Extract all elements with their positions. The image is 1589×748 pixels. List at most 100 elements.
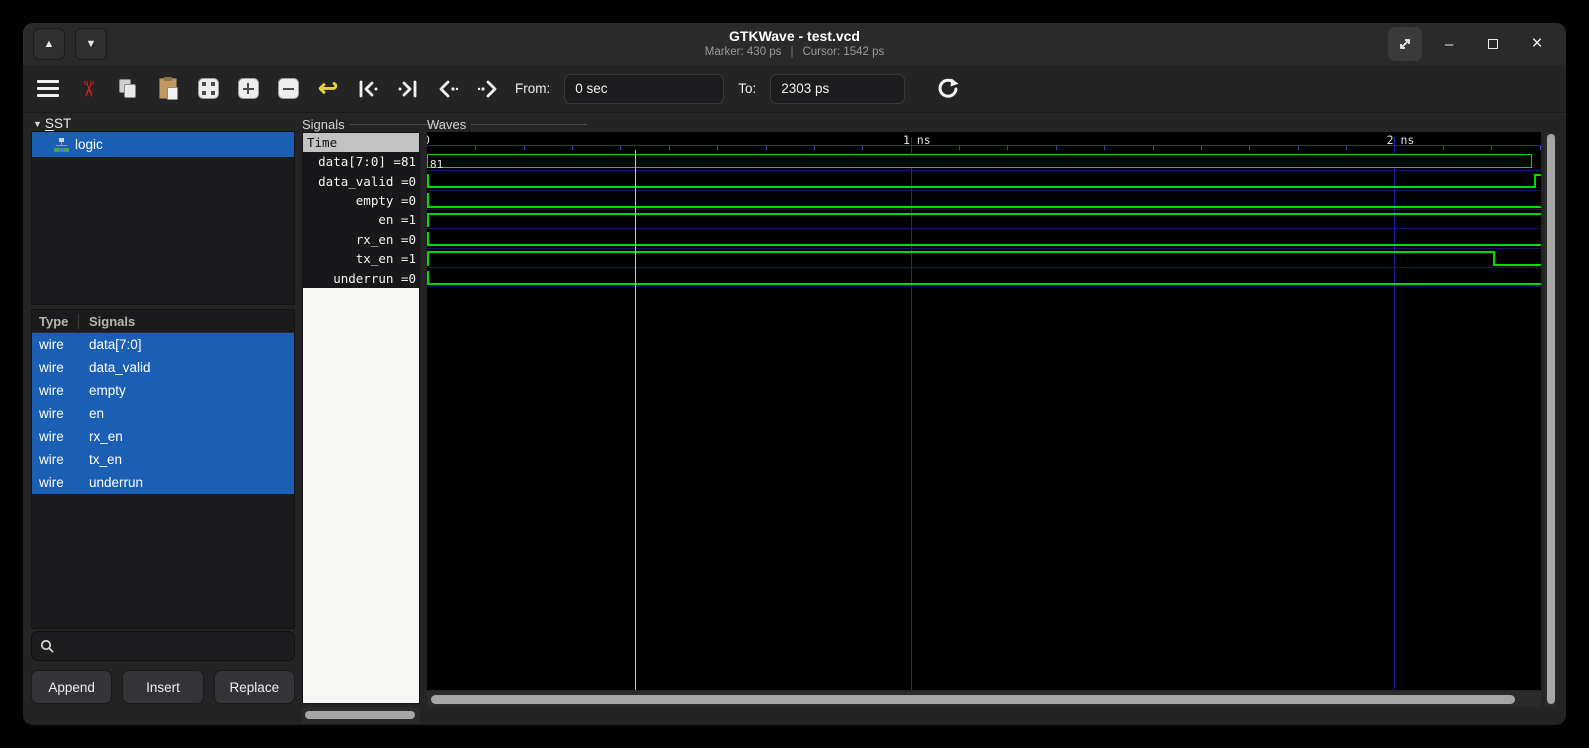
close-icon: × [1531, 33, 1542, 55]
timeline-tick [1201, 145, 1202, 150]
wave-transition [1534, 174, 1536, 189]
action-buttons: Append Insert Replace [31, 670, 295, 704]
to-input[interactable] [770, 74, 905, 104]
signal-type: wire [32, 360, 79, 375]
column-header-type[interactable]: Type [32, 314, 78, 329]
timeline-tick [717, 145, 718, 150]
minimize-button[interactable]: – [1432, 27, 1466, 61]
bus-value-label: 81 [428, 158, 443, 171]
sst-collapse-icon[interactable]: ▼ [33, 119, 42, 129]
replace-button[interactable]: Replace [214, 670, 295, 704]
to-label: To: [738, 81, 756, 96]
waves-vscroll-thumb[interactable] [1547, 134, 1555, 704]
append-button[interactable]: Append [31, 670, 112, 704]
signal-value-row[interactable]: data[7:0] =81 [303, 152, 419, 171]
fullscreen-button[interactable] [1388, 27, 1422, 61]
table-row[interactable]: wiredata_valid [32, 356, 294, 379]
desktop: ▲ ▼ GTKWave - test.vcd Marker: 430 ps | … [0, 0, 1589, 748]
signal-value-row[interactable]: underrun =0 [303, 268, 419, 287]
wave-segment [427, 186, 1535, 188]
zoom-fit-button[interactable] [195, 76, 221, 102]
zoom-in-button[interactable] [235, 76, 261, 102]
signals-hscroll-thumb[interactable] [305, 711, 415, 719]
row-separator [427, 267, 1541, 268]
goto-end-icon [396, 77, 420, 101]
reload-icon [935, 76, 961, 102]
timeline-tick [1298, 145, 1299, 150]
wave-transition [427, 174, 429, 189]
signals-hscrollbar[interactable] [302, 707, 420, 723]
paste-icon [159, 78, 177, 99]
timeline-tick [620, 145, 621, 150]
sst-header[interactable]: ▼ SST [33, 116, 71, 131]
table-row[interactable]: wirerx_en [32, 425, 294, 448]
find-prev-edge-button[interactable] [435, 76, 461, 102]
wave-area[interactable]: 01 ns2 ns 81 [427, 132, 1541, 690]
menu-button[interactable] [35, 76, 61, 102]
timeline-tick [862, 145, 863, 150]
signals-panel-title: Signals [302, 117, 442, 132]
zoom-undo-button[interactable]: ↩ [315, 76, 341, 102]
wave-timeline[interactable]: 01 ns2 ns [427, 132, 1541, 150]
search-input[interactable] [60, 639, 280, 654]
column-header-signals[interactable]: Signals [79, 314, 135, 329]
zoom-out-button[interactable] [275, 76, 301, 102]
signal-value-row[interactable]: empty =0 [303, 191, 419, 210]
window-title: GTKWave - test.vcd [23, 27, 1566, 45]
grid-line [911, 137, 912, 690]
waves-hscroll-thumb[interactable] [431, 695, 1515, 704]
signal-value-row[interactable]: rx_en =0 [303, 230, 419, 249]
search-box[interactable] [31, 631, 295, 661]
signal-name: tx_en [79, 452, 122, 467]
wave-transition [427, 193, 429, 208]
signal-value-row[interactable]: tx_en =1 [303, 249, 419, 268]
insert-button[interactable]: Insert [122, 670, 203, 704]
grid-line [1394, 137, 1395, 690]
table-row[interactable]: wireempty [32, 379, 294, 402]
cut-button[interactable]: ✂ [75, 76, 101, 102]
copy-button[interactable] [115, 76, 141, 102]
goto-start-icon [356, 77, 380, 101]
row-separator [427, 190, 1541, 191]
from-input[interactable] [564, 74, 724, 104]
signals-name-panel[interactable]: Time data[7:0] =81data_valid =0empty =0e… [302, 132, 420, 704]
timeline-label: 1 ns [903, 133, 931, 147]
signal-value-row[interactable]: en =1 [303, 210, 419, 229]
wave-segment [427, 251, 1494, 253]
maximize-button[interactable] [1476, 27, 1510, 61]
bus-segment: 81 [427, 154, 1532, 168]
from-label: From: [515, 81, 550, 96]
time-header[interactable]: Time [303, 133, 419, 152]
waves-hscrollbar[interactable] [427, 691, 1541, 707]
signal-value-row[interactable]: data_valid =0 [303, 171, 419, 190]
signal-name: en [79, 406, 104, 421]
reload-button[interactable] [935, 76, 961, 102]
goto-start-button[interactable] [355, 76, 381, 102]
sst-tree[interactable]: logic [31, 131, 295, 305]
minimize-icon: – [1445, 36, 1453, 53]
signal-table-body: wiredata[7:0]wiredata_validwireemptywire… [32, 333, 294, 494]
timeline-tick [1491, 145, 1492, 150]
table-row[interactable]: wiretx_en [32, 448, 294, 471]
table-row[interactable]: wiredata[7:0] [32, 333, 294, 356]
wave-segment [1494, 264, 1541, 266]
tree-item-logic[interactable]: logic [32, 132, 294, 157]
signal-type: wire [32, 475, 79, 490]
zoom-fit-icon [198, 78, 219, 99]
signal-table-header[interactable]: Type Signals [32, 310, 294, 333]
close-button[interactable]: × [1520, 27, 1554, 61]
waves-vscrollbar[interactable] [1545, 133, 1556, 707]
timeline-tick [1104, 145, 1105, 150]
signal-type: wire [32, 337, 79, 352]
table-row[interactable]: wireen [32, 402, 294, 425]
marker-line [635, 150, 636, 690]
toolbar: ✂ ↩ [23, 65, 1566, 113]
find-next-edge-button[interactable] [475, 76, 501, 102]
search-icon [40, 639, 54, 653]
goto-end-button[interactable] [395, 76, 421, 102]
row-separator [427, 170, 1541, 171]
copy-icon [118, 79, 138, 99]
status-separator: | [790, 45, 793, 60]
table-row[interactable]: wireunderrun [32, 471, 294, 494]
paste-button[interactable] [155, 76, 181, 102]
